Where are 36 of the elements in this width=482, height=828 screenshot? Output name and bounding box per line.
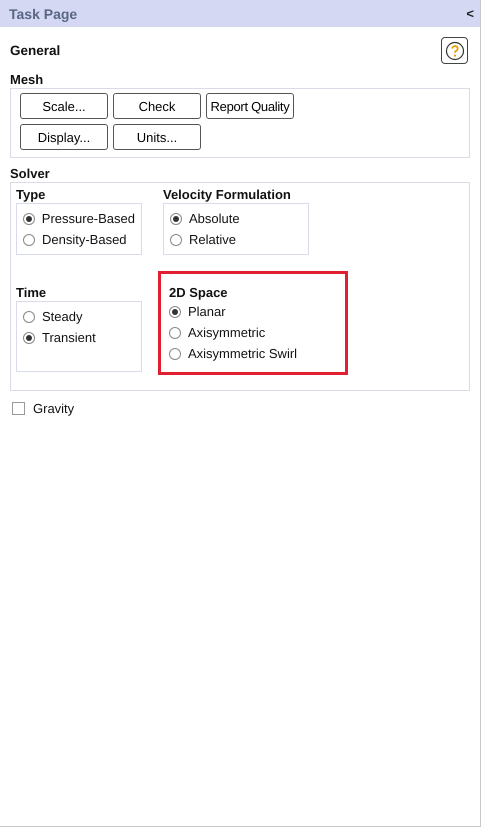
radio-option[interactable]: Axisymmetric: [169, 322, 337, 343]
radio-button[interactable]: [23, 212, 35, 224]
radio-option[interactable]: Density-Based: [23, 229, 135, 250]
group-label: Time: [16, 285, 48, 300]
radio-option[interactable]: Relative: [170, 229, 302, 250]
mesh-button[interactable]: Scale...: [20, 93, 108, 119]
group-label: Velocity Formulation: [163, 187, 292, 202]
group-label: 2D Space: [169, 285, 229, 300]
section-label: Solver: [10, 166, 51, 181]
window-title: Task Page: [9, 6, 78, 22]
help-icon: [444, 40, 464, 60]
mesh-button[interactable]: Check: [113, 93, 201, 119]
group-label: Type: [16, 187, 46, 202]
mesh-button[interactable]: Units...: [113, 124, 201, 150]
section-label: Mesh: [10, 72, 44, 87]
radio-option[interactable]: Planar: [169, 301, 337, 322]
radio-option[interactable]: Pressure-Based: [23, 208, 135, 229]
checkbox[interactable]: [12, 402, 25, 415]
radio-button[interactable]: [169, 306, 181, 318]
radio-option[interactable]: Steady: [23, 306, 135, 327]
mesh-button[interactable]: Display...: [20, 124, 108, 150]
radio-option[interactable]: Absolute: [170, 208, 302, 229]
collapse-button[interactable]: <: [464, 6, 476, 21]
help-button[interactable]: [441, 37, 468, 64]
mesh-button[interactable]: Report Quality: [206, 93, 294, 119]
radio-button[interactable]: [170, 234, 182, 246]
radio-button[interactable]: [169, 348, 181, 360]
radio-button[interactable]: [170, 212, 182, 224]
radio-button[interactable]: [169, 326, 181, 338]
radio-button[interactable]: [23, 310, 35, 322]
radio-button[interactable]: [23, 234, 35, 246]
radio-option[interactable]: Axisymmetric Swirl: [169, 343, 337, 364]
radio-button[interactable]: [23, 332, 35, 344]
page-title: General: [10, 43, 60, 58]
gravity-checkbox[interactable]: Gravity: [12, 401, 470, 416]
radio-option[interactable]: Transient: [23, 327, 135, 348]
